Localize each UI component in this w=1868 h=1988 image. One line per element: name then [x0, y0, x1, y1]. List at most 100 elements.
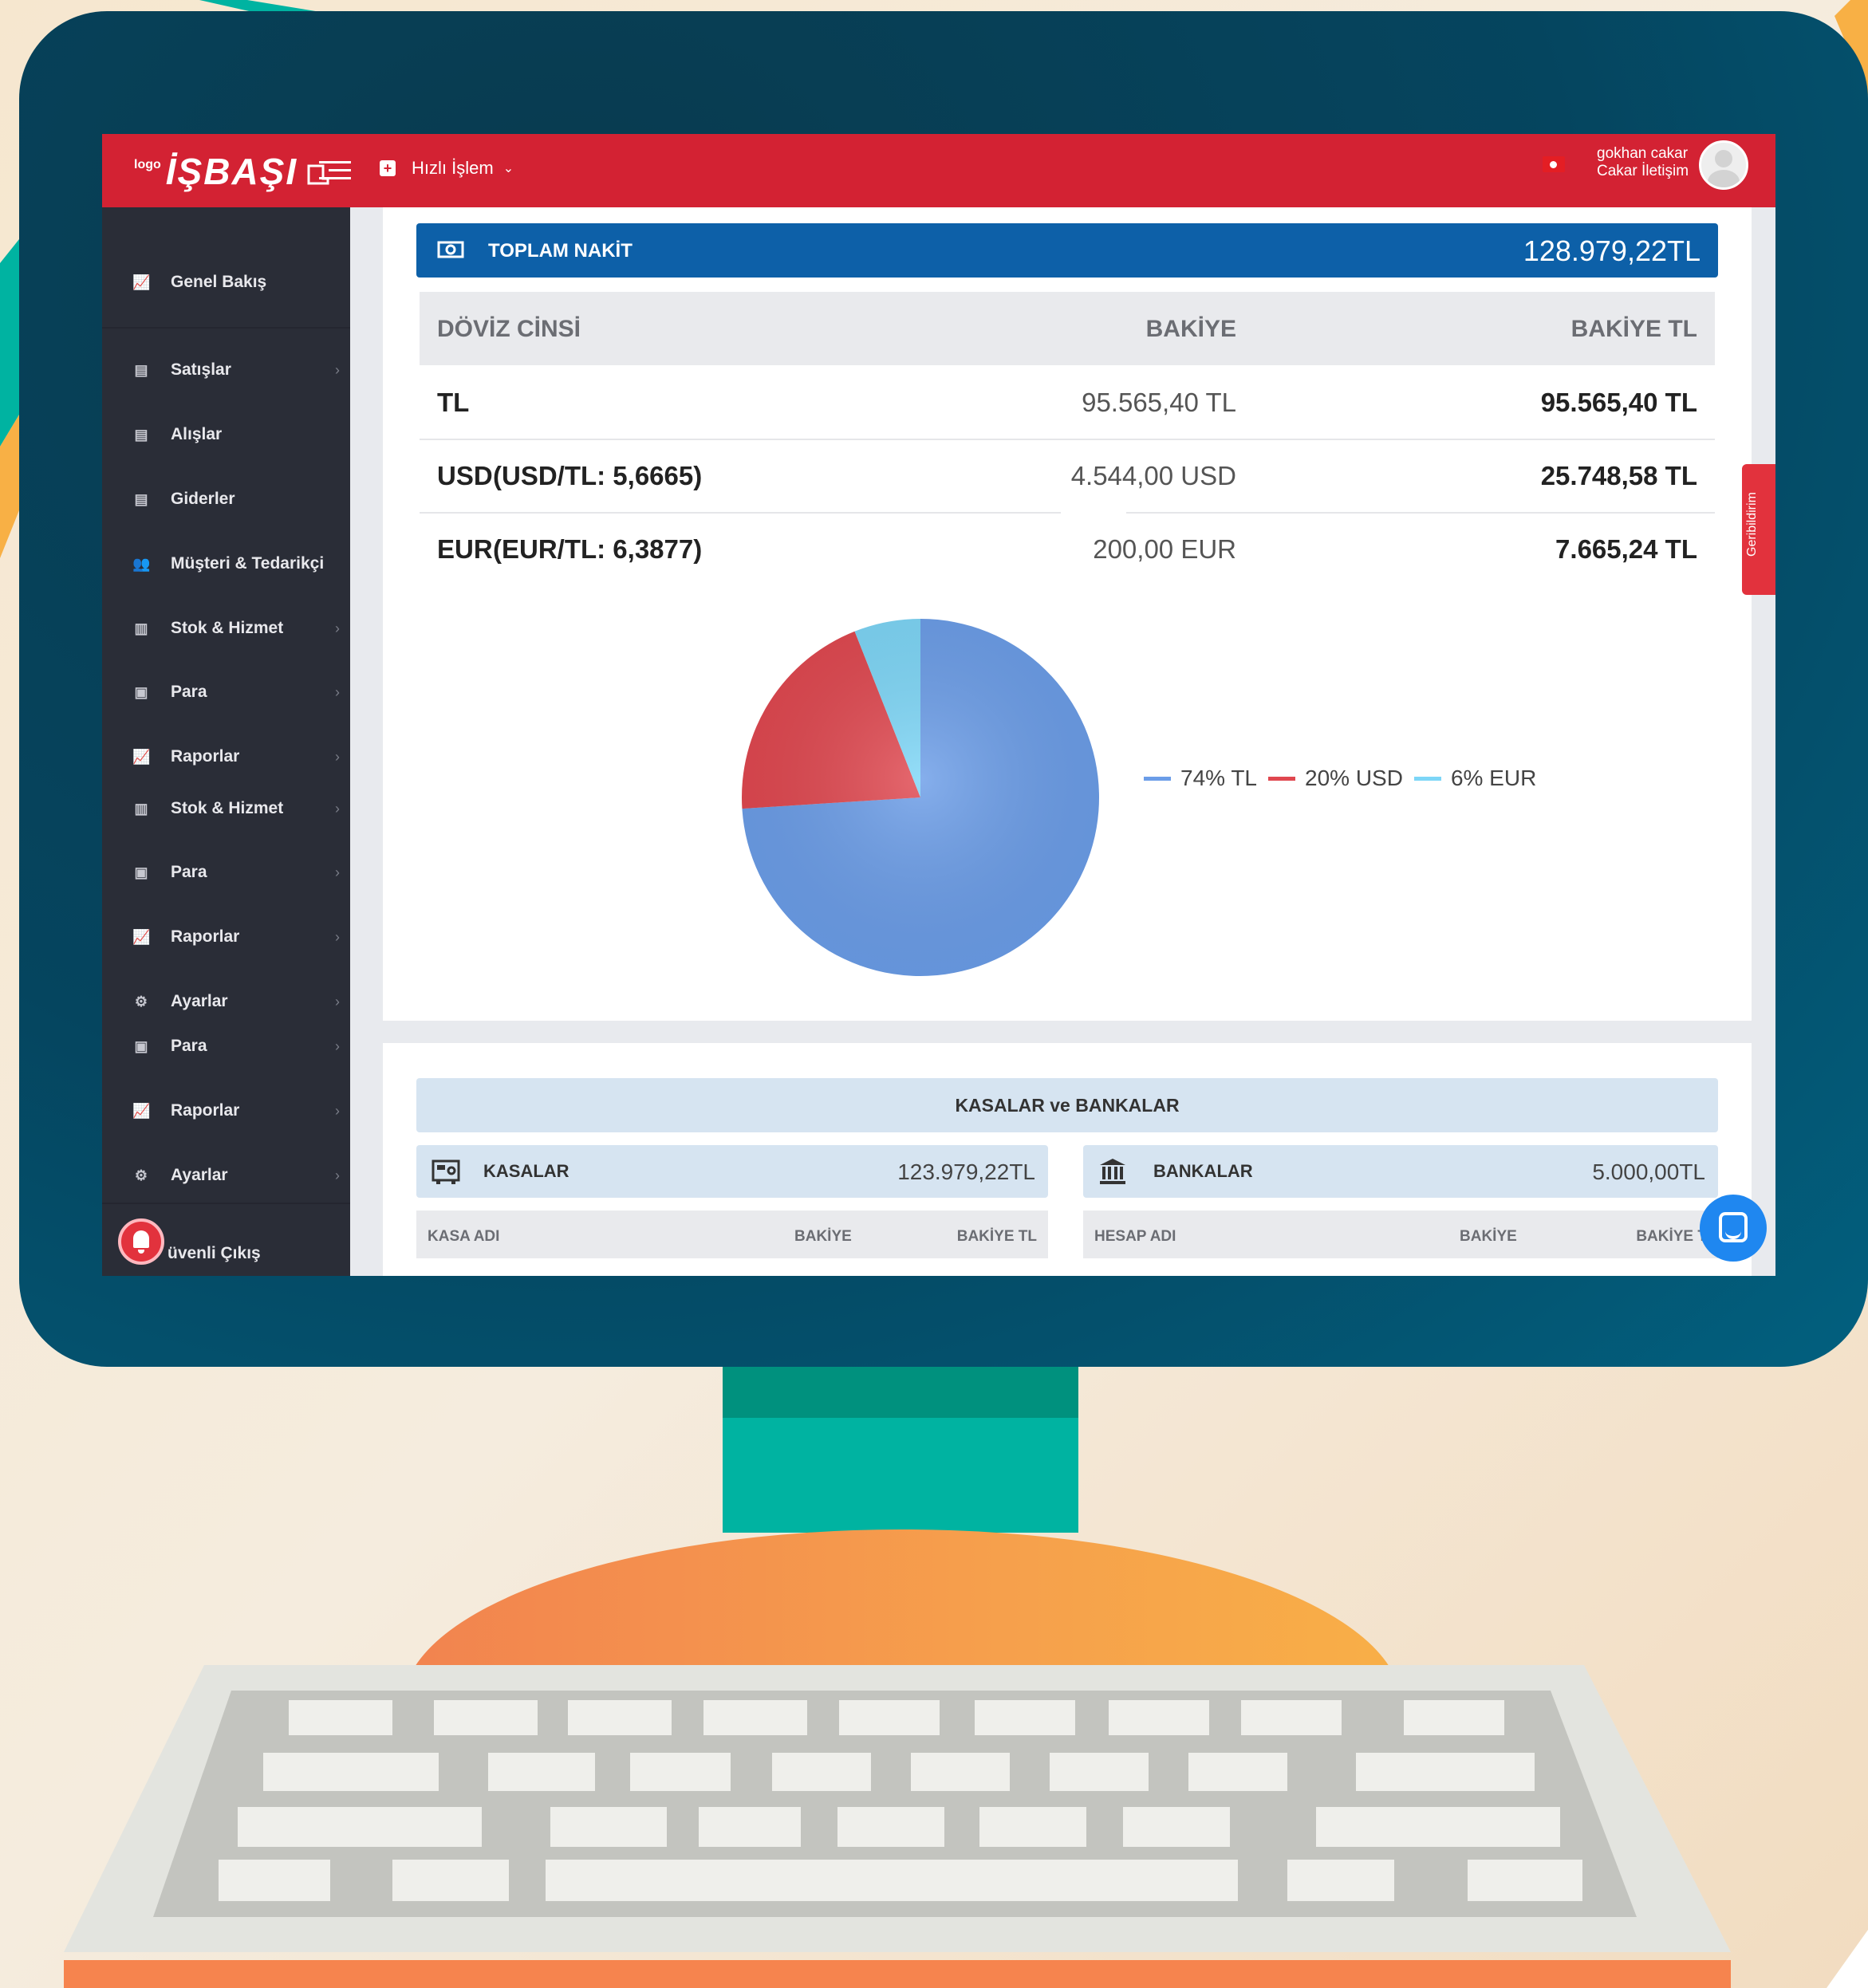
feedback-tab[interactable]: Geribildirim [1742, 464, 1775, 595]
sidebar-item-label: Para [171, 1037, 207, 1055]
accounts-title: KASALAR ve BANKALAR [416, 1078, 1718, 1132]
bankalar-total: 5.000,00TL [1592, 1159, 1705, 1184]
sidebar-item-raporlar[interactable]: 📈 Raporlar › [132, 747, 340, 766]
sidebar-item-label: Genel Bakış [171, 273, 267, 291]
sidebar-item-label: Para [171, 863, 207, 881]
exchange-rate: (USD/TL: 5,6665) [493, 461, 703, 490]
balance-value: 95.565,40 TL [1082, 388, 1236, 417]
logo-text: İŞBAŞI [165, 151, 298, 192]
bankalar-header[interactable]: BANKALAR 5.000,00TL [1083, 1145, 1718, 1198]
balance-tl-value: 95.565,40 TL [1540, 388, 1697, 417]
chevron-right-icon: › [335, 620, 340, 636]
chevron-right-icon: › [335, 1167, 340, 1183]
chart-icon: 📈 [132, 749, 151, 765]
money-icon: ▣ [134, 684, 148, 700]
user-company: Cakar İletişim [1597, 163, 1689, 179]
chevron-right-icon: › [335, 1037, 340, 1054]
sidebar-divider [102, 327, 350, 329]
sidebar-item-label: Raporlar [171, 927, 240, 946]
col-hesap-adi: HESAP ADI [1094, 1228, 1176, 1245]
users-icon: 👥 [132, 556, 151, 572]
logout-button[interactable]: üvenli Çıkış [167, 1244, 375, 1263]
money-icon: ▣ [134, 1038, 148, 1054]
quick-action-label: Hızlı İşlem [412, 158, 494, 178]
currency-pie-chart [742, 619, 1099, 976]
app-logo[interactable]: logo İŞBAŞI [134, 145, 331, 193]
logo-prefix: logo [134, 158, 161, 171]
col-kasa-adi: KASA ADI [428, 1228, 500, 1245]
monitor-neck-shadow [723, 1367, 1078, 1418]
avatar[interactable] [1699, 140, 1748, 190]
user-name: gokhan cakar [1597, 145, 1689, 162]
plus-icon: + [380, 160, 396, 176]
sidebar-item-ayarlar[interactable]: ⚙ Ayarlar › [132, 1166, 340, 1185]
sidebar-divider [102, 1203, 350, 1204]
quick-action-menu[interactable]: + Hızlı İşlem ⌄ [380, 158, 514, 179]
chat-launcher-icon[interactable] [1700, 1195, 1767, 1262]
chart-icon: 📈 [132, 929, 151, 945]
chevron-right-icon: › [335, 683, 340, 700]
legend-item: 6% EUR [1450, 766, 1537, 790]
kasalar-total: 123.979,22TL [897, 1159, 1035, 1184]
notification-bell-icon[interactable] [118, 1218, 164, 1265]
money-icon [437, 241, 464, 258]
chevron-down-icon: ⌄ [502, 162, 514, 175]
sidebar-item-label: Ayarlar [171, 992, 228, 1010]
sidebar-item-genel-bakis[interactable]: 📈 Genel Bakış [132, 273, 340, 292]
sidebar-item-alislar[interactable]: ▤ Alışlar [132, 425, 340, 444]
col-balance-tl: BAKİYE TL [1570, 316, 1697, 342]
kasalar-header[interactable]: KASALAR 123.979,22TL [416, 1145, 1048, 1198]
col-bakiye-tl: BAKİYE T [1636, 1228, 1707, 1245]
balance-tl-value: 7.665,24 TL [1555, 534, 1697, 564]
document-icon: ▤ [134, 491, 148, 507]
sidebar-item-raporlar[interactable]: 📈 Raporlar › [132, 1101, 340, 1120]
total-cash-value: 128.979,22TL [1523, 234, 1701, 267]
sidebar-item-label: Giderler [171, 490, 235, 508]
sidebar-item-para[interactable]: ▣ Para › [132, 1037, 340, 1056]
user-info[interactable]: gokhan cakar Cakar İletişim [1597, 145, 1689, 180]
kasalar-label: KASALAR [483, 1161, 569, 1181]
document-icon: ▤ [134, 427, 148, 443]
col-bakiye: BAKİYE [1460, 1228, 1517, 1245]
feedback-label: Geribildirim [1745, 492, 1759, 557]
table-row: USD (USD/TL: 5,6665) 4.544,00 USD 25.748… [420, 439, 1715, 512]
sidebar-item-label: Stok & Hizmet [171, 619, 284, 637]
gear-icon: ⚙ [134, 994, 148, 1010]
currency-code: USD [437, 461, 493, 490]
bankalar-label: BANKALAR [1153, 1161, 1253, 1181]
turkey-flag-icon[interactable] [1543, 156, 1565, 172]
chevron-right-icon: › [335, 864, 340, 880]
monitor-neck [723, 1418, 1078, 1533]
barcode-icon: ▥ [134, 801, 148, 817]
sidebar-item-label: Stok & Hizmet [171, 799, 284, 817]
chevron-right-icon: › [335, 928, 340, 945]
sidebar-item-label: Para [171, 683, 207, 701]
sidebar-item-label: Ayarlar [171, 1166, 228, 1184]
balance-tl-value: 25.748,58 TL [1540, 461, 1697, 490]
money-icon: ▣ [134, 864, 148, 880]
safe-icon [432, 1159, 460, 1184]
chart-legend: 74% TL 20% USD 6% EUR [1144, 766, 1536, 791]
menu-toggle-icon[interactable] [319, 159, 351, 182]
currency-table-header: DÖVİZ CİNSİ BAKİYE BAKİYE TL [420, 292, 1715, 365]
col-currency: DÖVİZ CİNSİ [437, 316, 581, 342]
currency-code: EUR [437, 534, 493, 564]
legend-swatch-usd [1268, 776, 1295, 781]
bank-icon [1100, 1159, 1125, 1184]
sidebar-item-musteri-tedarikci[interactable]: 👥 Müşteri & Tedarikçi [132, 554, 340, 573]
sidebar-item-raporlar[interactable]: 📈 Raporlar › [132, 927, 340, 947]
col-bakiye-tl: BAKİYE TL [956, 1228, 1037, 1245]
sidebar-item-ayarlar[interactable]: ⚙ Ayarlar › [132, 992, 340, 1011]
keyboard-illustration [64, 1665, 1731, 1988]
sidebar-item-para[interactable]: ▣ Para › [132, 683, 340, 702]
document-icon: ▤ [134, 362, 148, 378]
sidebar-item-stok-hizmet[interactable]: ▥ Stok & Hizmet › [132, 799, 340, 818]
sidebar-item-label: Raporlar [171, 747, 240, 766]
sidebar-item-giderler[interactable]: ▤ Giderler [132, 490, 340, 509]
sidebar-item-satislar[interactable]: ▤ Satışlar › [132, 360, 340, 380]
top-navbar: logo İŞBAŞI + Hızlı İşlem ⌄ gokhan cakar… [102, 134, 1775, 207]
total-cash-bar: TOPLAM NAKİT 128.979,22TL [416, 223, 1718, 278]
sidebar-item-stok-hizmet[interactable]: ▥ Stok & Hizmet › [132, 619, 340, 638]
total-cash-label: TOPLAM NAKİT [488, 240, 633, 262]
sidebar-item-para[interactable]: ▣ Para › [132, 863, 340, 882]
